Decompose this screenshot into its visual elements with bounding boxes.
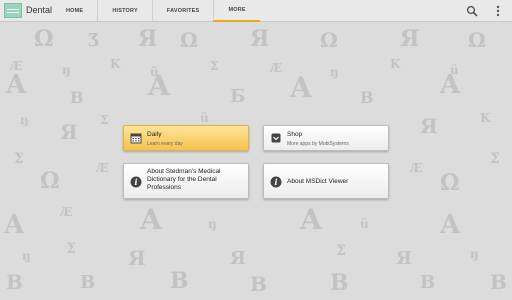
- action-bar: Dental HOME HISTORY FAVORITES MORE: [0, 0, 512, 22]
- daily-title: Daily: [147, 131, 162, 138]
- app-logo-icon[interactable]: [4, 3, 22, 18]
- shop-bag-icon: [271, 133, 281, 143]
- shop-subtitle: More apps by MobiSystems: [287, 141, 349, 147]
- tab-home[interactable]: HOME: [55, 0, 97, 22]
- about-dictionary-title: About Stedman's Medical Dictionary for t…: [147, 168, 221, 191]
- background-pattern: Ω Ʒ Я Ω Я Ω Я Ω Æ ŋ K ü Σ Æ ŋ K ü A B A …: [4, 26, 507, 296]
- overflow-menu-icon[interactable]: [494, 4, 502, 18]
- daily-subtitle: Learn every day: [147, 141, 183, 147]
- svg-text:i: i: [274, 177, 277, 187]
- info-icon: i: [130, 176, 142, 188]
- shop-title: Shop: [287, 131, 303, 138]
- tab-history[interactable]: HISTORY: [97, 0, 152, 22]
- shop-button[interactable]: Shop More apps by MobiSystems: [263, 125, 389, 151]
- app-title: Dental: [26, 5, 53, 15]
- about-dictionary-button[interactable]: i About Stedman's Medical Dictionary for…: [123, 163, 249, 199]
- search-icon[interactable]: [466, 5, 478, 17]
- about-viewer-title: About MSDict Viewer: [287, 178, 349, 185]
- tab-more[interactable]: MORE: [213, 0, 260, 22]
- calendar-icon: [130, 133, 142, 144]
- info-icon: i: [270, 176, 282, 188]
- tab-bar: HOME HISTORY FAVORITES MORE: [55, 0, 260, 22]
- tab-favorites[interactable]: FAVORITES: [151, 0, 214, 22]
- about-viewer-button[interactable]: i About MSDict Viewer: [263, 163, 389, 199]
- daily-button[interactable]: Daily Learn every day: [123, 125, 249, 151]
- svg-text:i: i: [134, 177, 137, 187]
